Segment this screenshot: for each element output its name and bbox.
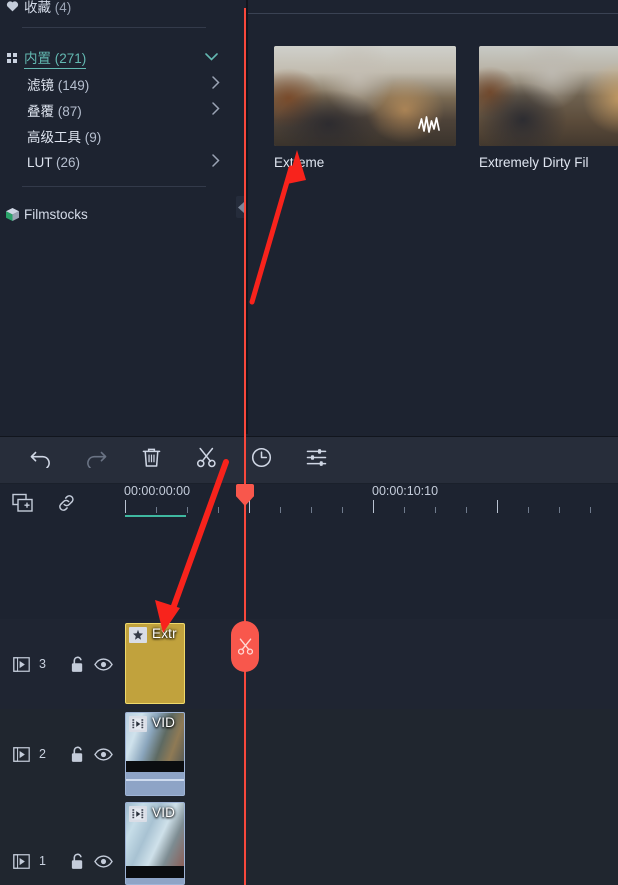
eye-icon[interactable]	[91, 654, 117, 674]
timeline-empty-lane[interactable]	[0, 525, 618, 619]
clip-audio-strip	[126, 866, 184, 878]
sidebar-item-builtin[interactable]: 内置 (271)	[0, 44, 226, 72]
unlock-icon[interactable]	[65, 654, 91, 674]
track-body-2[interactable]: VID	[122, 709, 618, 799]
sidebar-item-overlays[interactable]: 叠覆 (87)	[0, 96, 226, 124]
undo-arrow-icon	[30, 448, 52, 473]
link-icon	[56, 493, 77, 518]
sidebar-label-lut: LUT (26)	[27, 154, 81, 170]
video-clip-icon	[129, 806, 147, 822]
unlock-icon[interactable]	[65, 744, 91, 764]
effect-card-title: Extremely Dirty Fil	[479, 155, 589, 170]
undo-button[interactable]	[26, 445, 56, 475]
timeline-ruler[interactable]: 00:00:00:00 00:00:10:10	[122, 484, 618, 525]
sidebar-item-filters[interactable]: 滤镜 (149)	[0, 70, 226, 98]
effect-thumbnail[interactable]	[479, 46, 618, 146]
track-header-2[interactable]: 2	[0, 709, 122, 799]
filmstocks-icon	[0, 207, 24, 221]
sidebar-label-filters: 滤镜 (149)	[27, 78, 90, 93]
timeline-tools	[0, 484, 122, 525]
eye-icon[interactable]	[91, 744, 117, 764]
track-body-3[interactable]: Extr	[122, 619, 618, 709]
effects-grid: Extreme Extremely Dirty Fil	[248, 0, 618, 434]
effect-thumbnail[interactable]	[274, 46, 456, 146]
timeline-panel: 00:00:00:00 00:00:10:10 3 Extr 2 VID 1 V…	[0, 484, 618, 885]
sidebar-divider-bottom	[22, 186, 206, 187]
sidebar-label-favorites: 收藏 (4)	[24, 0, 72, 15]
video-clip-icon	[129, 716, 147, 732]
clip-audio-strip	[126, 761, 184, 772]
clip-title: VID	[152, 805, 176, 820]
add-track-icon	[12, 493, 34, 518]
chevron-right-icon[interactable]	[212, 102, 220, 118]
clip-title: VID	[152, 715, 176, 730]
audio-waveform-icon	[417, 114, 447, 136]
grid-top-rule	[248, 13, 618, 14]
playhead-line[interactable]	[244, 8, 246, 885]
chevron-right-icon[interactable]	[212, 76, 220, 92]
track-number: 2	[39, 747, 46, 761]
delete-button[interactable]	[136, 445, 166, 475]
timeline-range-indicator	[125, 515, 186, 517]
effect-card-title: Extreme	[274, 155, 325, 170]
sidebar-item-filmstocks[interactable]: Filmstocks	[0, 200, 226, 228]
timecode-label: 00:00:00:00	[124, 484, 191, 498]
thumbnail-image	[479, 46, 618, 146]
unlock-icon[interactable]	[65, 851, 91, 871]
split-clip-button[interactable]	[191, 445, 221, 475]
redo-arrow-icon	[85, 448, 107, 473]
chevron-down-icon[interactable]	[205, 52, 218, 64]
redo-button[interactable]	[81, 445, 111, 475]
playhead-split-button[interactable]	[231, 621, 259, 672]
sidebar-label-overlays: 叠覆 (87)	[27, 104, 82, 119]
sidebar-item-advanced-tools[interactable]: 高级工具 (9)	[0, 122, 226, 150]
track-header-1[interactable]: 1	[0, 799, 122, 885]
sidebar-label-builtin: 内置 (271)	[24, 47, 87, 69]
duration-button[interactable]	[246, 445, 276, 475]
track-header-3[interactable]: 3	[0, 619, 122, 709]
chevron-right-icon[interactable]	[212, 154, 220, 170]
video-track-icon	[8, 654, 34, 674]
library-panel-region: 收藏 (4) 内置 (271) 滤镜 (149) 叠覆 (87) 高级工具 (9…	[0, 0, 618, 434]
track-body-1[interactable]: VID	[122, 799, 618, 885]
trash-icon	[142, 447, 161, 473]
track-row-2[interactable]: 2 VID	[0, 709, 618, 799]
clip-waveform-area	[126, 772, 184, 795]
effect-card-extremely-dirty-film[interactable]: Extremely Dirty Fil	[479, 46, 618, 170]
effects-sidebar: 收藏 (4) 内置 (271) 滤镜 (149) 叠覆 (87) 高级工具 (9…	[0, 0, 226, 434]
timeline-clip-video-1[interactable]: VID	[125, 802, 185, 885]
link-button[interactable]	[54, 493, 78, 517]
grid-icon	[0, 52, 24, 64]
sidebar-label-advanced-tools: 高级工具 (9)	[27, 130, 102, 145]
add-track-button[interactable]	[11, 493, 35, 517]
effect-card-extreme[interactable]: Extreme	[274, 46, 456, 170]
track-number: 1	[39, 854, 46, 868]
sliders-icon	[306, 448, 327, 472]
clip-waveform-area	[126, 878, 184, 884]
sidebar-item-favorites[interactable]: 收藏 (4)	[0, 0, 226, 20]
video-track-icon	[8, 744, 34, 764]
track-row-3[interactable]: 3 Extr	[0, 619, 618, 709]
scissors-icon	[237, 638, 253, 655]
eye-icon[interactable]	[91, 851, 117, 871]
timecode-label: 00:00:10:10	[372, 484, 439, 498]
clip-title: Extr	[152, 626, 177, 641]
settings-button[interactable]	[301, 445, 331, 475]
sidebar-divider-top	[22, 27, 206, 28]
timeline-toolbar	[0, 436, 618, 484]
sidebar-item-lut[interactable]: LUT (26)	[0, 148, 226, 176]
sidebar-label-filmstocks: Filmstocks	[24, 206, 88, 222]
scissors-icon	[196, 447, 217, 473]
timeline-clip-effect[interactable]: Extr	[125, 623, 185, 704]
track-number: 3	[39, 657, 46, 671]
track-row-1[interactable]: 1 VID	[0, 799, 618, 885]
effect-star-icon	[129, 627, 147, 643]
timeline-clip-video-2[interactable]: VID	[125, 712, 185, 796]
clock-icon	[251, 447, 272, 473]
video-track-icon	[8, 851, 34, 871]
heart-icon	[0, 0, 24, 12]
